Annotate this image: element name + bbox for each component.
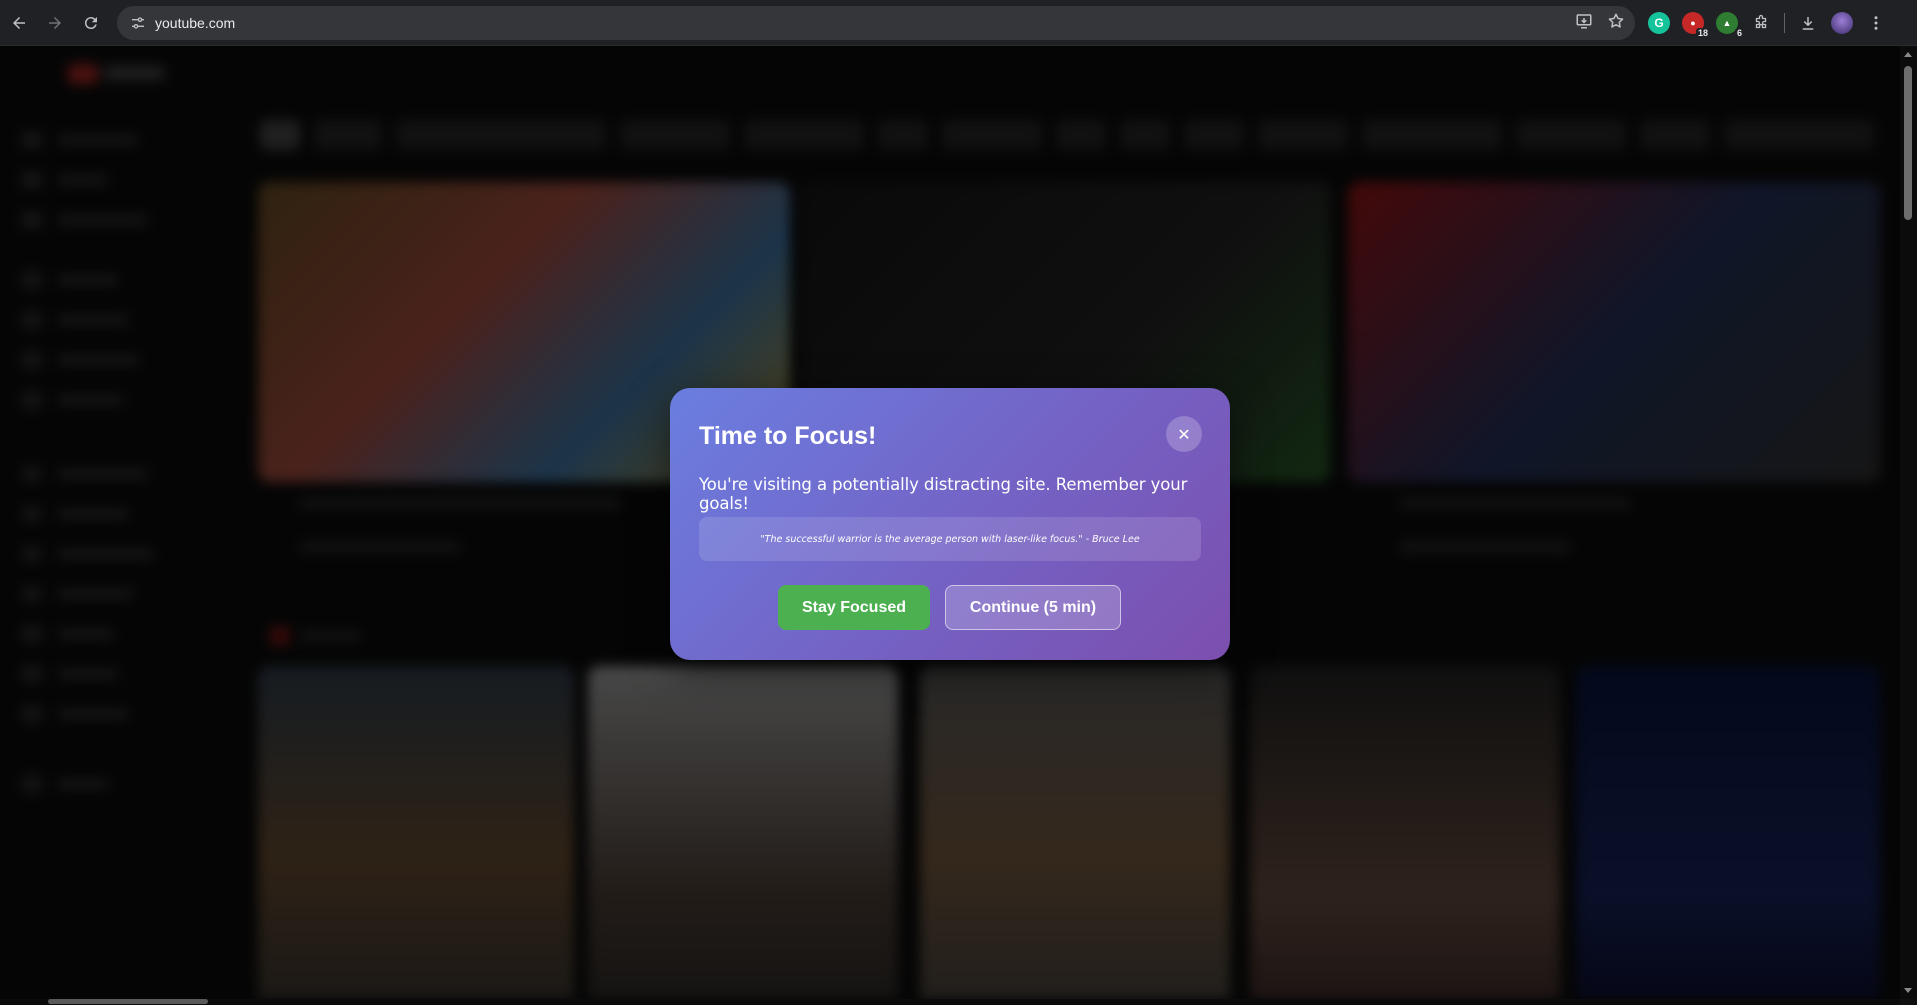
continue-button[interactable]: Continue (5 min) (945, 585, 1121, 630)
vertical-scrollbar[interactable] (1900, 46, 1917, 999)
scroll-up-arrow-icon[interactable] (1904, 52, 1912, 57)
toolbar-divider (1784, 13, 1785, 33)
profile-avatar[interactable] (1831, 12, 1853, 34)
modal-message: You're visiting a potentially distractin… (699, 475, 1188, 513)
modal-title: Time to Focus! (699, 422, 877, 450)
extension-badge-count: 6 (1734, 28, 1744, 39)
horizontal-scrollbar[interactable] (0, 999, 1900, 1005)
arrow-left-icon (13, 16, 25, 29)
more-menu-icon[interactable] (1865, 12, 1887, 34)
quote-box: "The successful warrior is the average p… (699, 517, 1201, 561)
close-icon: ✕ (1177, 424, 1191, 444)
grammarly-icon[interactable]: G (1648, 12, 1670, 34)
reload-button[interactable] (74, 6, 108, 40)
scrollbar-thumb[interactable] (1904, 66, 1912, 220)
address-bar[interactable]: youtube.com (117, 6, 1635, 40)
extension-badge-count: 18 (1695, 28, 1710, 39)
extension-red-icon[interactable]: ● 18 (1682, 12, 1710, 39)
install-app-icon[interactable] (1575, 12, 1593, 35)
browser-toolbar: youtube.com G ● 18 ▲ 6 (0, 0, 1917, 46)
extensions-area: G ● 18 ▲ 6 (1648, 6, 1887, 40)
extension-green-icon[interactable]: ▲ 6 (1716, 12, 1744, 39)
download-icon[interactable] (1797, 12, 1819, 34)
reload-icon (84, 16, 97, 29)
forward-button[interactable] (38, 6, 72, 40)
back-button[interactable] (2, 6, 36, 40)
extensions-puzzle-icon[interactable] (1750, 12, 1772, 34)
stay-focused-button[interactable]: Stay Focused (778, 585, 930, 630)
scrollbar-thumb[interactable] (48, 999, 208, 1004)
arrow-right-icon (49, 16, 61, 29)
bookmark-star-icon[interactable] (1607, 12, 1625, 35)
scroll-down-arrow-icon[interactable] (1904, 988, 1912, 993)
site-info-icon[interactable] (123, 15, 153, 31)
focus-reminder-modal: Time to Focus! ✕ You're visiting a poten… (670, 388, 1230, 660)
url-text[interactable]: youtube.com (155, 15, 235, 31)
close-button[interactable]: ✕ (1166, 416, 1202, 452)
quote-text: "The successful warrior is the average p… (760, 533, 1140, 545)
